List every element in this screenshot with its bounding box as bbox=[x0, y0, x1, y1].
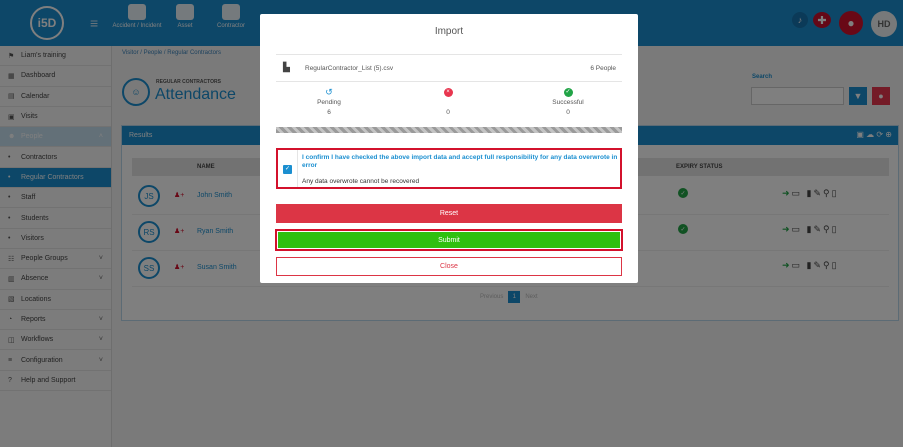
divider bbox=[297, 150, 298, 187]
error-icon: × bbox=[443, 88, 453, 97]
stat-pending-value: 6 bbox=[327, 109, 331, 116]
confirm-responsibility-box[interactable]: ✓ I confirm I have checked the above imp… bbox=[276, 148, 622, 189]
reset-button[interactable]: Reset bbox=[276, 204, 622, 223]
stat-failed-label bbox=[447, 99, 449, 106]
check-icon: ✓ bbox=[563, 88, 573, 97]
import-modal: Import ▙ RegularContractor_List (5).csv … bbox=[260, 14, 638, 283]
stat-pending: ↺ Pending 6 bbox=[289, 88, 369, 118]
stat-successful-value: 0 bbox=[566, 109, 570, 116]
submit-highlight: Submit bbox=[275, 229, 623, 251]
close-button[interactable]: Close bbox=[276, 257, 622, 276]
modal-title: Import bbox=[434, 26, 464, 37]
stat-successful: ✓ Successful 0 bbox=[528, 88, 608, 118]
confirm-text: I confirm I have checked the above impor… bbox=[302, 154, 618, 169]
stat-successful-label: Successful bbox=[552, 99, 584, 106]
file-csv-icon: ▙ bbox=[283, 62, 290, 72]
stat-pending-label: Pending bbox=[317, 99, 341, 106]
submit-button[interactable]: Submit bbox=[278, 232, 620, 248]
import-file-name: RegularContractor_List (5).csv bbox=[305, 65, 394, 72]
import-progress-bar bbox=[276, 127, 622, 133]
warning-text: Any data overwrote cannot be recovered bbox=[302, 178, 420, 185]
confirm-checkbox[interactable]: ✓ bbox=[283, 165, 292, 174]
history-icon: ↺ bbox=[325, 87, 333, 97]
divider bbox=[276, 54, 622, 55]
stat-failed-value: 0 bbox=[446, 109, 450, 116]
divider bbox=[276, 81, 622, 82]
import-file-count: 6 People bbox=[590, 65, 616, 72]
stat-failed: × 0 bbox=[408, 88, 488, 118]
